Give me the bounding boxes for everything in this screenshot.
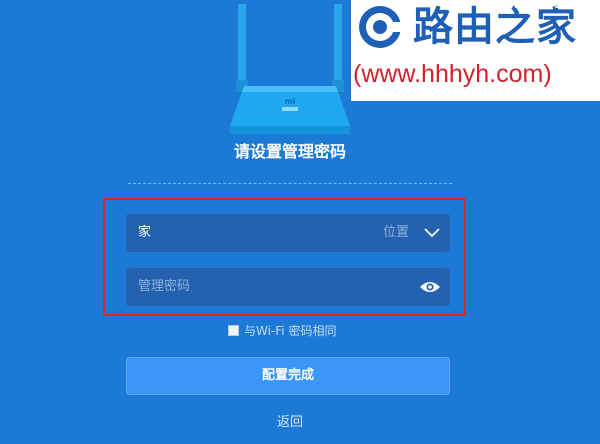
eye-icon[interactable] xyxy=(419,280,441,294)
back-link[interactable]: 返回 xyxy=(0,413,580,433)
site-logo-icon xyxy=(359,6,403,48)
same-password-label: 与Wi-Fi 密码相同 xyxy=(244,324,337,338)
watermark-url: (www.hhhyh.com) xyxy=(353,60,552,88)
page-title: 请设置管理密码 xyxy=(233,142,346,161)
password-field[interactable]: 管理密码 xyxy=(126,268,450,306)
wifi-name-value: 家 xyxy=(138,225,152,240)
watermark-corner-text: www.k338.com xyxy=(509,0,597,11)
wifi-name-field[interactable]: 家 位置 xyxy=(126,214,450,252)
svg-text:mi: mi xyxy=(284,97,295,106)
password-placeholder: 管理密码 xyxy=(138,279,191,294)
chevron-down-icon[interactable] xyxy=(424,226,440,240)
submit-button[interactable]: 配置完成 xyxy=(126,357,450,395)
watermark: 路由之家 (www.hhhyh.com) xyxy=(351,0,600,101)
same-password-option[interactable]: 与Wi-Fi 密码相同 xyxy=(226,322,336,340)
location-label: 位置 xyxy=(383,225,410,240)
divider xyxy=(128,183,452,184)
same-password-checkbox[interactable] xyxy=(228,325,239,336)
router-illustration: mi xyxy=(230,4,350,134)
